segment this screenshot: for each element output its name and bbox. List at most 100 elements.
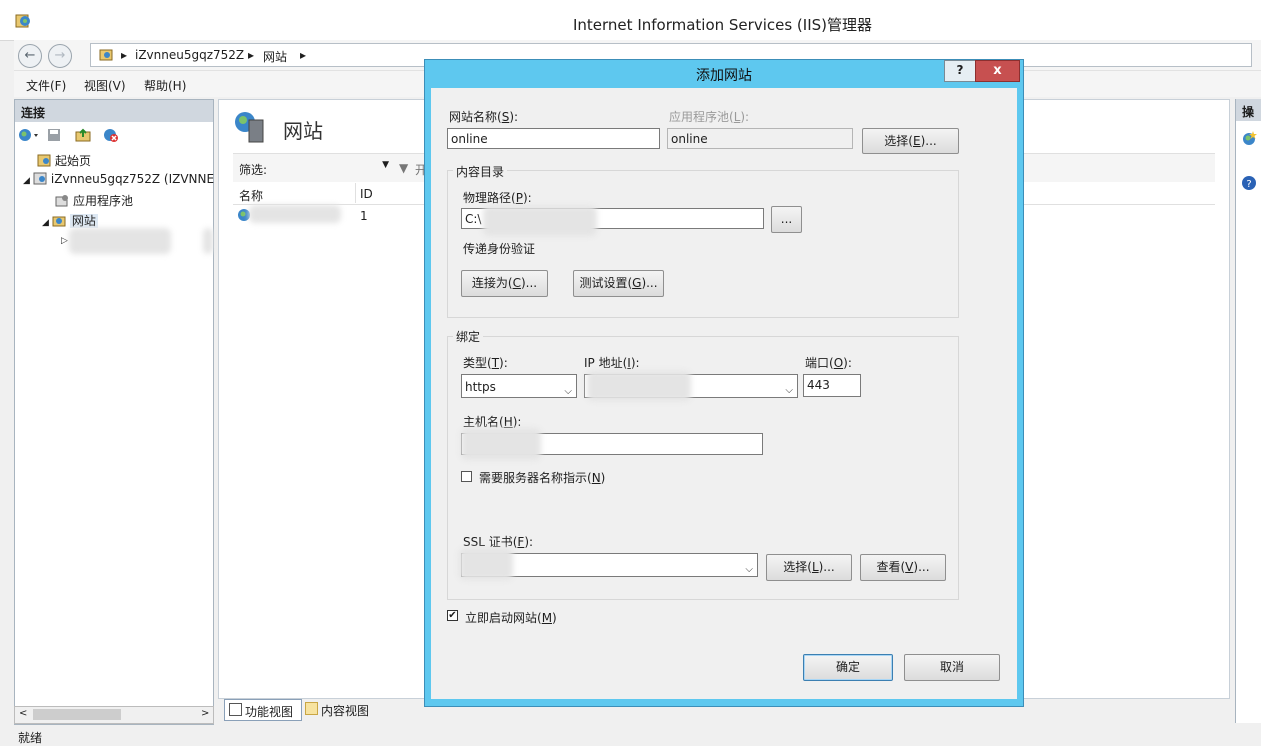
menu-help[interactable]: 帮助(H): [144, 77, 186, 94]
port-label: 端口(O):: [805, 356, 852, 370]
menu-view[interactable]: 视图(V): [84, 77, 126, 94]
connect-as-button[interactable]: 连接为(C)...: [461, 270, 548, 297]
type-select-value: https: [465, 380, 496, 394]
chevron-down-icon: ⌵: [564, 386, 572, 397]
start-now-label: 立即启动网站(M): [465, 611, 557, 625]
help-icon[interactable]: ?: [1241, 175, 1257, 191]
dialog-close-button[interactable]: x: [975, 60, 1020, 82]
tree-label-start: 起始页: [55, 154, 92, 168]
connections-toolbar: [15, 123, 213, 147]
save-icon[interactable]: [47, 128, 61, 142]
collapse-icon[interactable]: ◢: [23, 176, 30, 186]
pass-through-label: 传递身份验证: [463, 242, 536, 256]
actions-pane: 操作 ?: [1235, 99, 1261, 723]
redacted-path: [483, 206, 597, 236]
connections-header: 连接: [15, 100, 213, 122]
add-site-globe-icon[interactable]: [1241, 130, 1257, 146]
ssl-select-button[interactable]: 选择(L)...: [766, 554, 852, 581]
server-node-icon: [33, 172, 47, 185]
menu-file[interactable]: 文件(F): [26, 77, 66, 94]
start-now-checkbox[interactable]: ✔: [447, 610, 458, 621]
tab-content-view[interactable]: 内容视图: [304, 699, 384, 719]
tree-label-server: iZvnneu5gqz752Z (IZVNNE: [50, 172, 215, 186]
scroll-left-icon[interactable]: <: [19, 708, 27, 719]
up-folder-icon[interactable]: [75, 128, 91, 142]
column-id[interactable]: ID: [360, 187, 373, 201]
dialog-help-button[interactable]: ?: [944, 60, 976, 82]
app-pool-field: online: [667, 128, 853, 149]
connections-pane: 连接 起始页 ◢ iZvnneu5gqz752Z (IZVNNE 应用程序池 ◢ 网…: [14, 99, 214, 725]
filter-label: 筛选:: [239, 163, 268, 177]
dropdown-icon: ▼: [382, 160, 389, 170]
port-input[interactable]: 443: [803, 374, 861, 397]
disconnect-icon[interactable]: [103, 128, 119, 142]
ip-address-label: IP 地址(I):: [584, 356, 640, 370]
svg-text:?: ?: [1246, 179, 1251, 190]
address-sep-2: ▸: [248, 48, 255, 62]
filter-input[interactable]: ▼: [273, 158, 391, 177]
scroll-thumb[interactable]: [33, 709, 121, 720]
site-name-input[interactable]: online: [447, 128, 660, 149]
websites-header-icon: [235, 112, 264, 143]
status-bar: 就绪: [14, 725, 1261, 745]
app-pool-label: 应用程序池(L):: [669, 110, 750, 124]
sni-label: 需要服务器名称指示(N): [479, 471, 606, 485]
physical-path-label: 物理路径(P):: [463, 191, 532, 205]
ok-button[interactable]: 确定: [803, 654, 893, 681]
actions-header: 操作: [1236, 99, 1261, 121]
connect-globe-icon[interactable]: [18, 128, 40, 142]
dialog-title: 添加网站: [696, 68, 752, 84]
tree-item-start-page[interactable]: 起始页: [37, 152, 91, 169]
tab-features-view[interactable]: 功能视图: [224, 699, 302, 721]
server-icon: [99, 49, 113, 61]
start-page-icon: [37, 154, 51, 167]
address-node[interactable]: 网站: [263, 48, 287, 65]
test-settings-button[interactable]: 测试设置(G)...: [573, 270, 664, 297]
sni-checkbox[interactable]: [461, 471, 472, 482]
tree-label-app-pools: 应用程序池: [73, 194, 134, 208]
address-server[interactable]: iZvnneu5gqz752Z: [135, 48, 244, 62]
redacted-site-name: [69, 228, 171, 254]
content-directory-label: 内容目录: [453, 163, 508, 180]
add-website-dialog: 添加网站 ? x 网站名称(S): online 应用程序池(L): onlin…: [424, 59, 1024, 707]
horizontal-scrollbar[interactable]: < >: [14, 706, 214, 724]
sites-folder-icon: [52, 216, 66, 227]
site-row-id: 1: [360, 209, 368, 223]
content-view-icon: [305, 702, 318, 715]
title-bar: Internet Information Services (IIS)管理器: [0, 0, 1261, 41]
status-text: 就绪: [18, 731, 43, 745]
redacted-fragment: [203, 228, 213, 254]
app-pool-icon: [55, 195, 68, 207]
browse-button[interactable]: ...: [771, 206, 802, 233]
type-select[interactable]: https ⌵: [461, 374, 577, 398]
ssl-view-button[interactable]: 查看(V)...: [860, 554, 946, 581]
scroll-right-icon[interactable]: >: [201, 708, 209, 719]
address-sep-3: ▸: [300, 48, 307, 62]
forward-button[interactable]: →: [48, 44, 72, 68]
redacted-site-row: [249, 205, 341, 223]
redacted-ssl-cert: [459, 548, 513, 580]
tree-item-sites[interactable]: ◢ 网站: [42, 212, 98, 229]
tree-label-sites: 网站: [69, 214, 98, 228]
expand-icon[interactable]: ▷: [61, 236, 68, 246]
tree-item-server[interactable]: ◢ iZvnneu5gqz752Z (IZVNNE: [23, 172, 214, 186]
filter-funnel-icon[interactable]: ▼: [399, 161, 408, 175]
redacted-hostname: [461, 428, 541, 460]
site-name-label: 网站名称(S):: [449, 110, 519, 124]
redacted-ip: [587, 371, 691, 401]
cancel-button[interactable]: 取消: [904, 654, 1000, 681]
dialog-body: 网站名称(S): online 应用程序池(L): online 选择(E)..…: [431, 88, 1017, 699]
column-divider: [355, 183, 356, 203]
collapse-icon[interactable]: ◢: [42, 218, 49, 228]
column-name[interactable]: 名称: [239, 187, 263, 204]
binding-label: 绑定: [453, 328, 484, 345]
tree-item-app-pools[interactable]: 应用程序池: [55, 192, 133, 209]
features-view-icon: [229, 703, 242, 716]
type-label: 类型(T):: [463, 356, 508, 370]
tree-item-site[interactable]: ▷: [61, 232, 68, 246]
address-sep-1: ▸: [121, 48, 128, 62]
select-app-pool-button[interactable]: 选择(E)...: [862, 128, 959, 154]
window-title: Internet Information Services (IIS)管理器: [572, 16, 873, 34]
chevron-down-icon: ⌵: [745, 564, 753, 575]
back-button[interactable]: ←: [18, 44, 42, 68]
